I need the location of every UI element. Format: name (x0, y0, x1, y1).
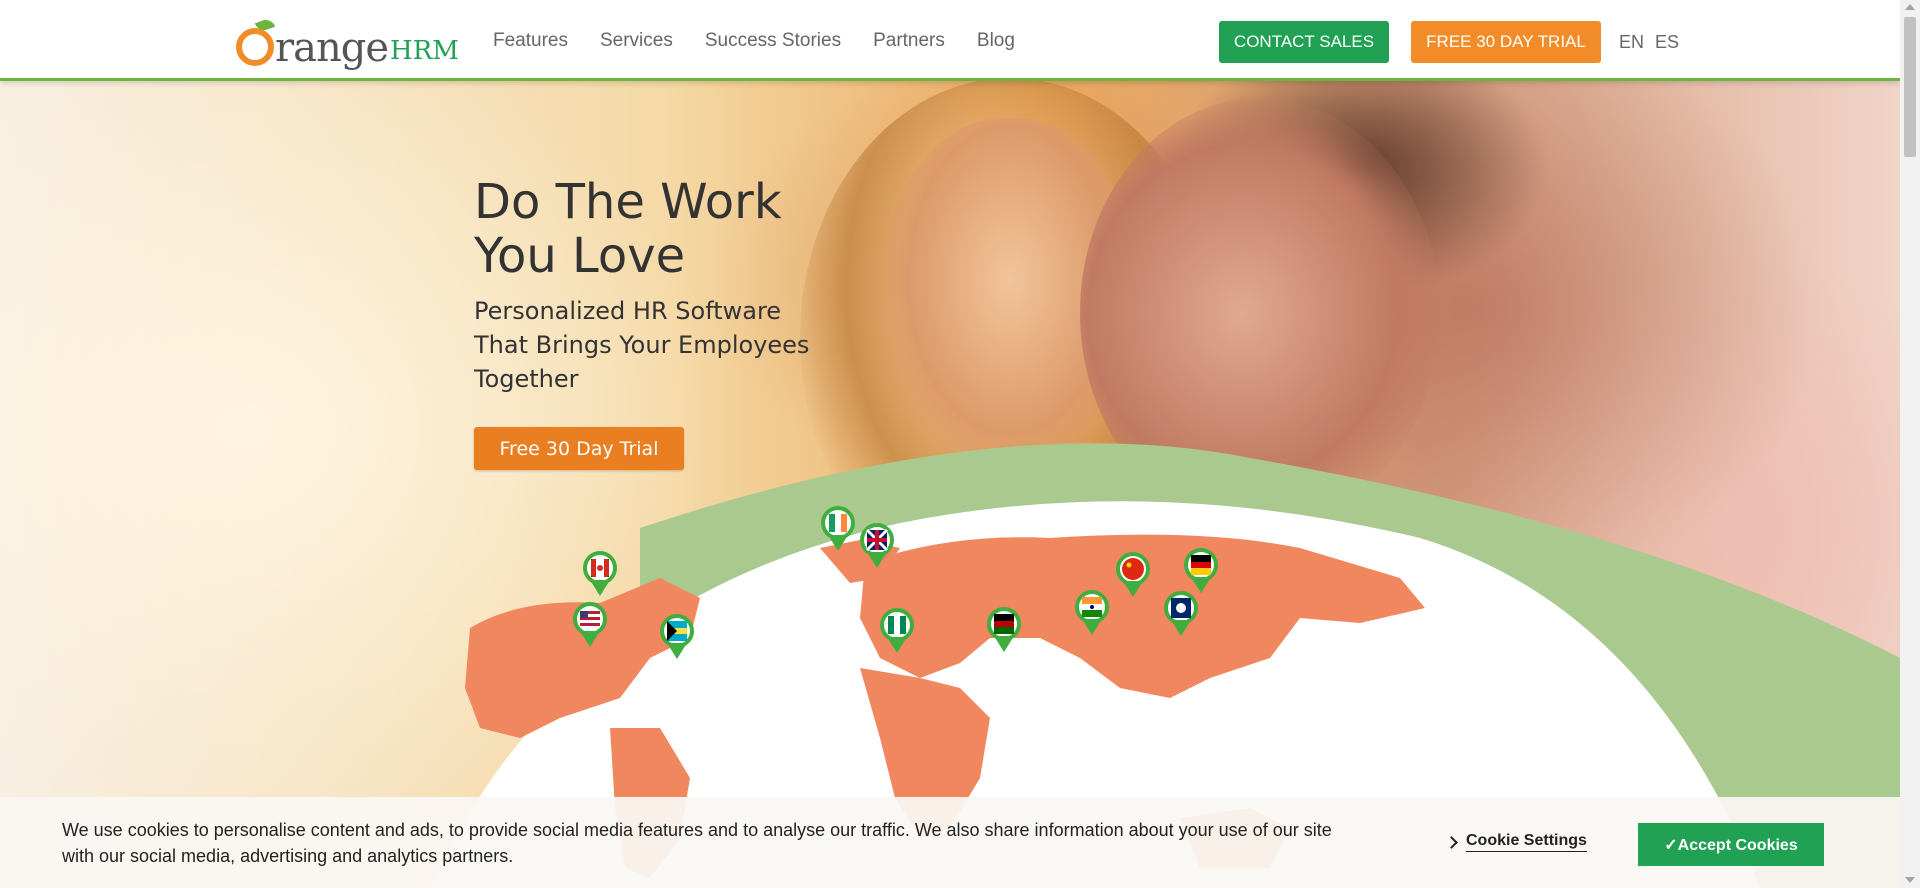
cookie-settings-button[interactable]: Cookie Settings (1445, 832, 1587, 852)
nav-blog[interactable]: Blog (977, 30, 1015, 52)
orange-logo-icon (236, 17, 276, 66)
cookie-message: We use cookies to personalise content an… (62, 820, 1332, 866)
site-header: range HRM Features Services Success Stor… (0, 0, 1900, 81)
language-es[interactable]: ES (1655, 32, 1679, 53)
hero-section: Do The Work You Love Personalized HR Sof… (0, 78, 1900, 888)
world-map-graphic (430, 443, 1900, 888)
accept-cookies-button[interactable]: ✓Accept Cookies (1638, 823, 1824, 866)
cookie-banner: We use cookies to personalise content an… (0, 797, 1900, 888)
nav-success-stories[interactable]: Success Stories (705, 30, 841, 52)
scroll-down-arrow-icon[interactable] (1905, 877, 1915, 883)
chevron-right-icon (1445, 835, 1458, 849)
nav-partners[interactable]: Partners (873, 30, 945, 52)
scrollbar-thumb[interactable] (1904, 17, 1916, 157)
free-trial-button[interactable]: FREE 30 DAY TRIAL (1411, 21, 1601, 63)
canada-flag-pin (583, 551, 617, 596)
language-en[interactable]: EN (1619, 32, 1644, 53)
logo-brand-text: HRM (390, 36, 459, 66)
nav-services[interactable]: Services (600, 30, 673, 52)
scroll-up-arrow-icon[interactable] (1905, 4, 1915, 10)
nav-features[interactable]: Features (493, 30, 568, 52)
main-nav: Features Services Success Stories Partne… (493, 30, 1047, 52)
page-scrollbar[interactable] (1900, 0, 1920, 888)
orangehrm-logo[interactable]: range HRM (236, 12, 459, 68)
cookie-settings-label: Cookie Settings (1466, 832, 1587, 852)
logo-text: range (275, 25, 389, 71)
contact-sales-button[interactable]: CONTACT SALES (1219, 21, 1389, 63)
